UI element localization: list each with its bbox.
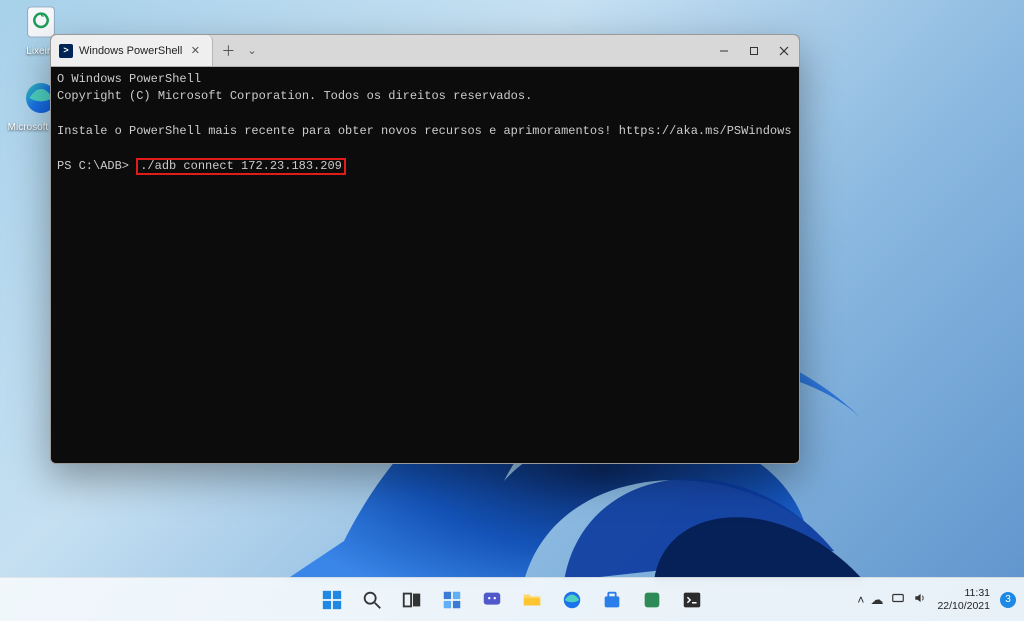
store-icon [601, 589, 623, 611]
taskbar-center [315, 583, 709, 617]
close-icon [779, 46, 789, 56]
task-view-icon [401, 589, 423, 611]
tab-dropdown-button[interactable]: ⌄ [247, 44, 256, 57]
generic-app-icon [641, 589, 663, 611]
terminal-prompt: PS C:\ADB> [57, 159, 129, 173]
store-button[interactable] [595, 583, 629, 617]
clock[interactable]: 11:31 22/10/2021 [933, 587, 994, 611]
notification-badge[interactable]: 3 [1000, 592, 1016, 608]
tab-close-button[interactable]: ✕ [188, 44, 202, 58]
widgets-icon [441, 589, 463, 611]
tray-overflow-button[interactable]: ˄ [857, 593, 864, 607]
new-tab-button[interactable]: ＋ [221, 41, 235, 61]
chat-button[interactable] [475, 583, 509, 617]
tab-title: Windows PowerShell [79, 45, 182, 57]
powershell-icon [59, 44, 73, 58]
maximize-icon [749, 46, 759, 56]
search-button[interactable] [355, 583, 389, 617]
onedrive-icon[interactable]: ☁ [870, 592, 883, 608]
powershell-window: Windows PowerShell ✕ ＋ ⌄ O Windows Power… [50, 34, 800, 464]
titlebar[interactable]: Windows PowerShell ✕ ＋ ⌄ [51, 35, 799, 67]
app-button[interactable] [635, 583, 669, 617]
file-explorer-button[interactable] [515, 583, 549, 617]
minimize-icon [719, 46, 729, 56]
chat-icon [481, 589, 503, 611]
tab-powershell[interactable]: Windows PowerShell ✕ [51, 35, 213, 66]
terminal-icon [681, 589, 703, 611]
terminal-line: O Windows PowerShell [57, 72, 201, 86]
maximize-button[interactable] [739, 35, 769, 66]
terminal-line: Copyright (C) Microsoft Corporation. Tod… [57, 89, 532, 103]
notification-count: 3 [1005, 594, 1011, 605]
search-icon [361, 589, 383, 611]
edge-taskbar-button[interactable] [555, 583, 589, 617]
terminal-body[interactable]: O Windows PowerShell Copyright (C) Micro… [51, 67, 799, 463]
volume-icon[interactable] [913, 591, 927, 608]
close-button[interactable] [769, 35, 799, 66]
terminal-command-highlight: ./adb connect 172.23.183.209 [136, 158, 346, 175]
network-icon[interactable] [891, 591, 905, 608]
window-controls [709, 35, 799, 66]
terminal-taskbar-button[interactable] [675, 583, 709, 617]
taskbar: ˄ ☁ 11:31 22/10/2021 3 [0, 577, 1024, 621]
clock-date: 22/10/2021 [937, 600, 990, 612]
minimize-button[interactable] [709, 35, 739, 66]
widgets-button[interactable] [435, 583, 469, 617]
tab-strip-controls: ＋ ⌄ [213, 35, 264, 66]
start-button[interactable] [315, 583, 349, 617]
clock-time: 11:31 [937, 587, 990, 599]
folder-icon [521, 589, 543, 611]
terminal-line: Instale o PowerShell mais recente para o… [57, 124, 792, 138]
edge-icon [561, 589, 583, 611]
system-tray: ˄ ☁ 11:31 22/10/2021 3 [857, 587, 1024, 611]
task-view-button[interactable] [395, 583, 429, 617]
